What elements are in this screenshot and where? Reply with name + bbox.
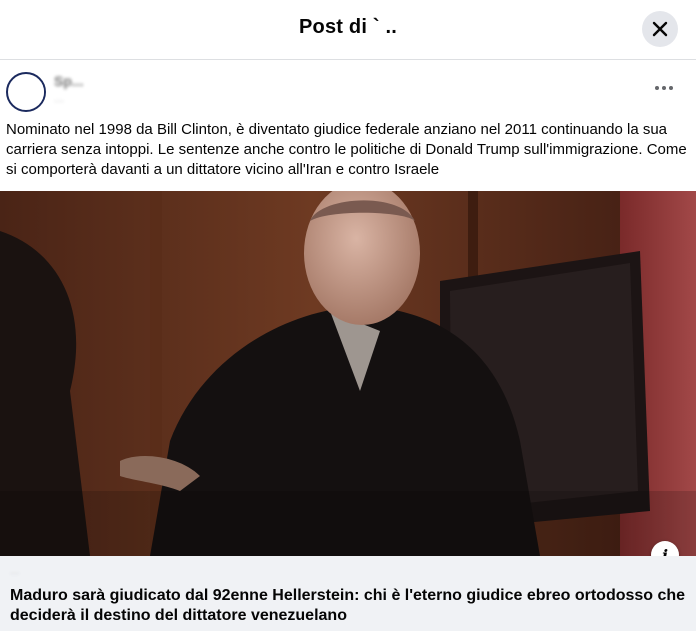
judge-photo [0, 191, 696, 556]
link-preview[interactable]: ... Maduro sarà giudicato dal 92enne Hel… [0, 556, 696, 631]
more-options-icon [655, 86, 659, 90]
avatar-mark [34, 82, 44, 106]
link-title[interactable]: Maduro sarà giudicato dal 92enne Hellers… [10, 586, 690, 626]
post-text: Nominato nel 1998 da Bill Clinton, è div… [6, 121, 687, 178]
avatar[interactable] [6, 72, 46, 112]
post-image[interactable] [0, 191, 696, 556]
more-options-icon [669, 86, 673, 90]
more-options-icon [662, 86, 666, 90]
post-header: Sp... ... [0, 60, 696, 118]
author-name[interactable]: Sp... [54, 73, 84, 89]
more-options-button[interactable] [652, 80, 676, 96]
close-icon [652, 21, 668, 37]
close-button[interactable] [642, 11, 678, 47]
link-domain: ... [10, 565, 20, 577]
dialog-title: Post di ` .. [299, 16, 397, 38]
post-timestamp[interactable]: ... [54, 91, 64, 105]
dialog-header: Post di ` .. [0, 0, 696, 60]
